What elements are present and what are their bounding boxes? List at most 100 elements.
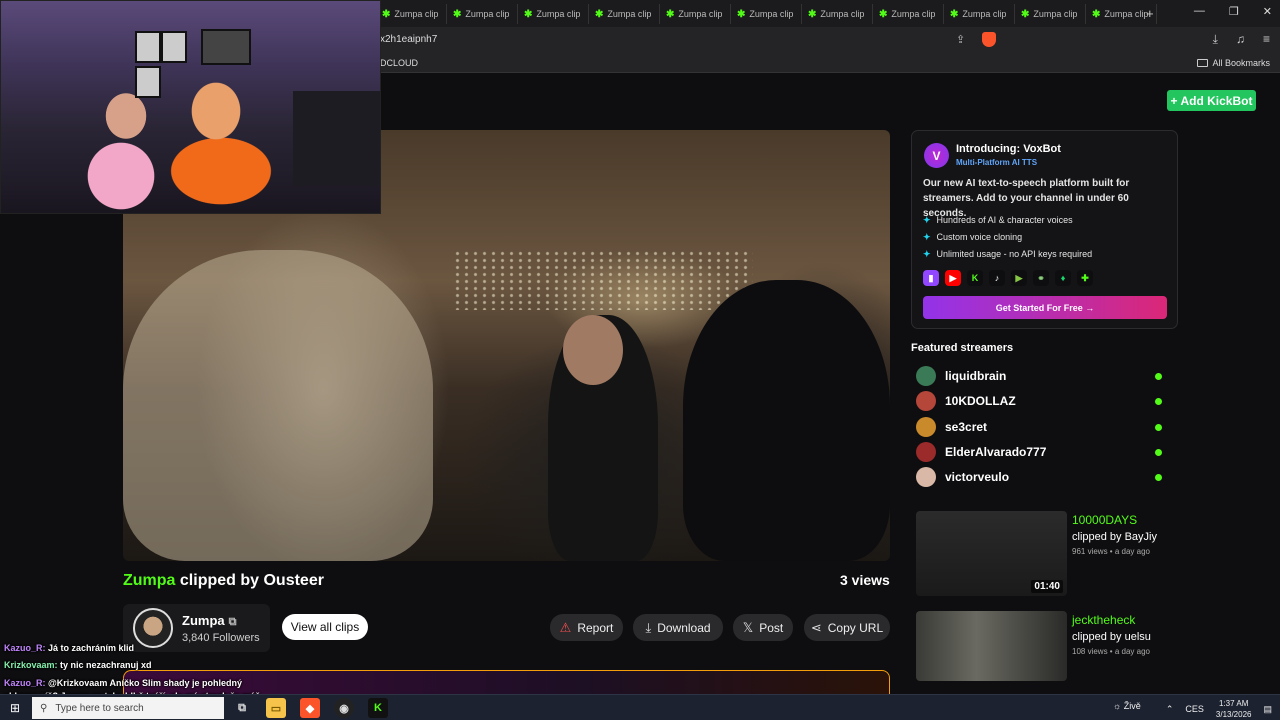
bookmark-item[interactable]: DCLOUD: [380, 58, 418, 68]
featured-streamer[interactable]: 10KDOLLAZ: [916, 390, 1164, 412]
tab-title: Zumpa clip: [962, 9, 1007, 19]
follower-count: 3,840 Followers: [182, 632, 260, 644]
chat-username: Krizkovaam:: [4, 660, 58, 670]
feature-label: Hundreds of AI & character voices: [936, 215, 1073, 225]
close-button[interactable]: ✕: [1263, 5, 1272, 18]
channel-card[interactable]: Zumpa ⧉ 3,840 Followers: [123, 604, 270, 652]
twitch-icon: ▮: [923, 270, 939, 286]
browser-tab[interactable]: ✱ Zumpa clip: [376, 4, 447, 24]
start-button[interactable]: ⊞: [10, 701, 20, 715]
share-icon[interactable]: ⇪: [956, 33, 965, 46]
view-all-clips-button[interactable]: View all clips: [282, 614, 368, 640]
browser-tab[interactable]: ✱ Zumpa clip: [518, 4, 589, 24]
folder-icon: [1197, 59, 1209, 67]
featured-streamer[interactable]: liquidbrain: [916, 365, 1164, 387]
window-controls: — ❐ ✕: [1194, 5, 1272, 18]
streamer-link[interactable]: Zumpa: [123, 572, 175, 589]
voxbot-promo-card: V Introducing: VoxBot Multi-Platform AI …: [911, 130, 1178, 329]
tab-title: Zumpa clip: [536, 9, 581, 19]
tab-title: Zumpa clip: [1033, 9, 1078, 19]
platform-icons: ▮ ▶ K ♪ ▶ ⚭ ♦ ✚: [923, 270, 1093, 286]
brave-shields-icon[interactable]: [982, 32, 996, 47]
tab-title: Zumpa clip: [820, 9, 865, 19]
browser-tab[interactable]: ✱ Zumpa clip: [1015, 4, 1086, 24]
monitor: [293, 91, 380, 186]
kick-favicon-icon: ✱: [737, 8, 746, 20]
plus-icon: ✦: [923, 232, 931, 242]
screen: ✱ Zumpa clip ✱ Zumpa clip ✱ Zumpa clip ✱ Zumpa …: [0, 0, 1280, 720]
copy-url-label: Copy URL: [827, 620, 884, 635]
avatar[interactable]: [133, 608, 173, 648]
new-tab-button[interactable]: +: [1146, 6, 1154, 21]
chevron-up-icon[interactable]: ⌃: [1166, 704, 1174, 715]
language-indicator[interactable]: CES: [1185, 704, 1204, 714]
voxbot-feature: ✦ Hundreds of AI & character voices: [923, 215, 1073, 226]
media-icon[interactable]: ♫: [1236, 32, 1245, 47]
all-bookmarks[interactable]: All Bookmarks: [1197, 58, 1270, 68]
feature-label: Custom voice cloning: [936, 232, 1023, 242]
tab-title: Zumpa clip: [607, 9, 652, 19]
post-button[interactable]: 𝕏 Post: [733, 614, 793, 641]
add-kickbot-button[interactable]: + Add KickBot: [1167, 90, 1256, 111]
streamer-name: liquidbrain: [945, 369, 1007, 383]
taskbar-search[interactable]: ⚲ Type here to search: [32, 697, 224, 719]
clock[interactable]: 1:37 AM 3/13/2026: [1216, 698, 1252, 720]
chat-text: @Krizkovaam Aníčko Slim shady je pohledn…: [45, 678, 243, 688]
kick-app-icon[interactable]: K: [368, 698, 388, 718]
related-meta: 961 views • a day ago: [1072, 547, 1150, 556]
avatar: [916, 441, 936, 462]
download-icon[interactable]: ⤓: [1213, 32, 1218, 47]
weather-widget[interactable]: ☼ Živě: [1113, 701, 1141, 711]
download-button[interactable]: ⤓ Download: [633, 614, 723, 641]
maximize-button[interactable]: ❐: [1229, 5, 1239, 18]
avatar: [916, 366, 936, 386]
notification-icon[interactable]: ▤: [1263, 704, 1272, 715]
wall-poster: [135, 66, 161, 98]
minimize-button[interactable]: —: [1194, 5, 1205, 18]
browser-tab[interactable]: ✱ Zumpa clip: [944, 4, 1015, 24]
browser-tab[interactable]: ✱ Zumpa clip: [873, 4, 944, 24]
featured-streamer[interactable]: se3cret: [916, 416, 1164, 438]
chat-username: Kazuo_R:: [4, 678, 46, 688]
related-clip-thumbnail[interactable]: [916, 611, 1067, 681]
all-bookmarks-label: All Bookmarks: [1212, 58, 1270, 68]
kick-favicon-icon: ✱: [524, 8, 533, 20]
browser-tab[interactable]: ✱ Zumpa clip: [660, 4, 731, 24]
task-view-icon[interactable]: ⧉: [232, 698, 252, 718]
featured-streamer[interactable]: victorveulo: [916, 466, 1164, 488]
system-tray: ⌃ CES 1:37 AM 3/13/2026 ▤: [1166, 698, 1272, 720]
report-button[interactable]: ⚠ Report: [550, 614, 623, 641]
browser-tab[interactable]: ✱ Zumpa clip: [447, 4, 518, 24]
related-clip-thumbnail[interactable]: 01:40: [916, 511, 1067, 596]
obs-icon[interactable]: ◉: [334, 698, 354, 718]
file-explorer-icon[interactable]: ▭: [266, 698, 286, 718]
search-placeholder: Type here to search: [55, 702, 144, 714]
toolbar-right: ⤓ ♫ ≡: [1213, 32, 1270, 47]
menu-icon[interactable]: ≡: [1263, 32, 1270, 47]
kick-favicon-icon: ✱: [879, 8, 888, 20]
browser-tab[interactable]: ✱ Zumpa clip: [802, 4, 873, 24]
plus-icon: ✦: [923, 249, 931, 259]
x-icon: 𝕏: [742, 619, 754, 635]
related-meta: 108 views • a day ago: [1072, 647, 1150, 656]
tab-list: ✱ Zumpa clip ✱ Zumpa clip ✱ Zumpa clip ✱ Zumpa …: [376, 4, 1157, 24]
kick-icon: K: [967, 270, 983, 286]
tab-title: Zumpa clip: [465, 9, 510, 19]
related-channel-link[interactable]: jecktheheck: [1072, 613, 1135, 627]
voxbot-feature: ✦ Unlimited usage - no API keys required: [923, 249, 1092, 260]
browser-tab[interactable]: ✱ Zumpa clip: [589, 4, 660, 24]
featured-streamer[interactable]: ElderAlvarado777: [916, 441, 1164, 463]
streamer-name: victorveulo: [945, 470, 1010, 485]
streamer-name: se3cret: [945, 419, 988, 434]
related-clipped-by: clipped by BayJiy: [1072, 531, 1157, 543]
address-bar[interactable]: x2h1eaipnh7: [380, 34, 437, 45]
tab-title: Zumpa clip: [891, 9, 936, 19]
browser-tab[interactable]: ✱ Zumpa clip: [731, 4, 802, 24]
related-channel-link[interactable]: 10000DAYS: [1072, 513, 1137, 527]
live-indicator: [1155, 398, 1162, 406]
copy-url-button[interactable]: ⋖ Copy URL: [804, 614, 890, 641]
avatar: [916, 391, 936, 412]
brave-browser-icon[interactable]: ◆: [300, 698, 320, 718]
get-started-button[interactable]: Get Started For Free →: [923, 296, 1167, 319]
channel-name[interactable]: Zumpa ⧉: [182, 613, 236, 629]
